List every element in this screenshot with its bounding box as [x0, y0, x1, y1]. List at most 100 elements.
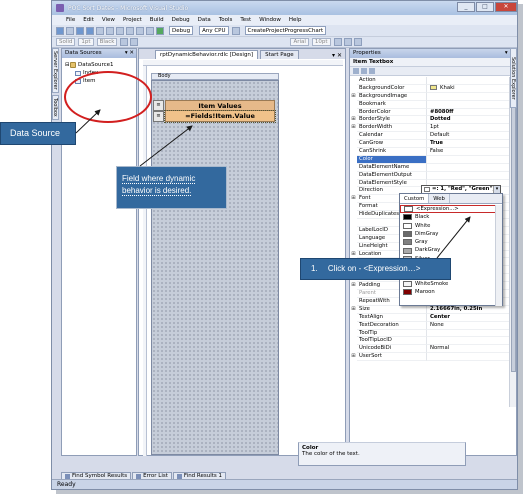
property-value[interactable]: 2.16667in, 0.25in — [427, 306, 510, 314]
align-icon[interactable] — [130, 38, 139, 46]
property-row[interactable]: ToolTip — [350, 329, 510, 338]
property-value[interactable] — [427, 172, 510, 180]
menu-tools[interactable]: Tools — [219, 17, 233, 23]
bold-icon[interactable] — [333, 38, 342, 46]
tab-close-icon[interactable]: ▾ ✕ — [332, 52, 342, 59]
expand-icon[interactable] — [350, 156, 357, 164]
expand-icon[interactable] — [350, 330, 357, 338]
new-project-icon[interactable] — [56, 26, 64, 35]
property-row[interactable]: ⊞ BorderStyle Dotted — [350, 116, 510, 125]
save-all-icon[interactable] — [96, 26, 104, 35]
minimize-button[interactable]: _ — [457, 2, 475, 12]
color-item[interactable]: DimGray — [400, 230, 496, 238]
property-value[interactable]: #8080ff — [427, 109, 510, 117]
expand-icon[interactable] — [350, 203, 357, 211]
property-row[interactable]: DataElementOutput — [350, 171, 510, 180]
table-header-cell[interactable]: Item Values — [165, 100, 275, 111]
property-row[interactable]: Color — [350, 155, 510, 164]
expand-icon[interactable]: ⊞ — [350, 306, 357, 314]
color-item[interactable]: WhiteSmoke — [400, 280, 496, 288]
menu-project[interactable]: Project — [123, 17, 142, 23]
property-pages-icon[interactable] — [369, 68, 375, 74]
property-value[interactable] — [427, 353, 510, 362]
expand-icon[interactable] — [350, 109, 357, 117]
expand-icon[interactable] — [350, 322, 357, 330]
start-debug-icon[interactable] — [156, 26, 164, 35]
categorized-icon[interactable] — [353, 68, 359, 74]
solution-explorer-tab[interactable]: Solution Explorer — [510, 48, 517, 108]
property-value[interactable] — [427, 164, 510, 172]
copy-icon[interactable] — [116, 26, 124, 35]
border-color-select[interactable]: Black — [96, 38, 118, 46]
header-row-handle[interactable]: ≡ — [153, 100, 164, 111]
panel-pin-icon[interactable]: ▾ ✕ — [125, 49, 134, 58]
property-value[interactable]: Dotted — [427, 116, 510, 125]
property-value[interactable] — [427, 337, 510, 346]
property-row[interactable]: ⊞ UserSort — [350, 353, 510, 362]
redo-icon[interactable] — [146, 26, 154, 35]
property-value[interactable]: 1pt — [427, 124, 510, 133]
expand-icon[interactable] — [350, 345, 357, 353]
paste-icon[interactable] — [126, 26, 134, 35]
property-value[interactable]: Normal — [427, 345, 510, 354]
property-row[interactable]: BorderColor #8080ff — [350, 108, 510, 117]
property-value[interactable] — [427, 77, 510, 85]
tab-start-page[interactable]: Start Page — [260, 50, 299, 59]
table-detail-cell[interactable]: =Fields!Item.Value — [164, 110, 276, 123]
menu-view[interactable]: View — [102, 17, 115, 23]
close-button[interactable]: ✕ — [495, 2, 517, 12]
expand-icon[interactable] — [350, 132, 357, 140]
expand-icon[interactable] — [350, 235, 357, 243]
border-width-select[interactable]: 1pt — [78, 38, 94, 46]
property-value[interactable] — [427, 156, 510, 164]
property-row[interactable]: UnicodeBiDi Normal — [350, 345, 510, 354]
open-icon[interactable] — [76, 26, 84, 35]
expand-icon[interactable] — [350, 101, 357, 109]
property-value[interactable] — [427, 101, 510, 109]
property-value[interactable]: Khaki — [427, 84, 510, 93]
menu-window[interactable]: Window — [259, 17, 281, 23]
menu-edit[interactable]: Edit — [83, 17, 94, 23]
expand-icon[interactable] — [350, 243, 357, 251]
color-item[interactable]: Black — [400, 213, 496, 221]
expand-icon[interactable]: ⊞ — [350, 282, 357, 290]
property-row[interactable]: ⊞ Size 2.16667in, 0.25in — [350, 305, 510, 314]
expand-icon[interactable] — [350, 187, 357, 195]
property-value[interactable]: Default — [427, 132, 510, 141]
border-style-select[interactable]: Solid — [56, 38, 76, 46]
property-row[interactable]: BackgroundColor Khaki — [350, 84, 510, 93]
border-icon[interactable] — [120, 38, 129, 46]
chevron-down-icon[interactable]: ▾ — [493, 186, 500, 193]
property-row[interactable]: DataElementName — [350, 163, 510, 172]
property-row[interactable]: Calendar Default — [350, 132, 510, 141]
expand-icon[interactable]: ⊞ — [350, 353, 357, 361]
expand-icon[interactable] — [350, 219, 357, 227]
property-row[interactable]: ToolTipLocID — [350, 337, 510, 346]
alphabetical-icon[interactable] — [361, 68, 367, 74]
property-row[interactable]: Action — [350, 77, 510, 85]
expand-icon[interactable] — [350, 180, 357, 188]
property-value[interactable]: False — [427, 148, 510, 156]
menu-data[interactable]: Data — [198, 17, 211, 23]
property-row[interactable]: TextAlign Center — [350, 313, 510, 322]
expand-icon[interactable] — [350, 77, 357, 85]
menu-file[interactable]: File — [66, 17, 75, 23]
underline-icon[interactable] — [353, 38, 362, 46]
detail-row-handle[interactable]: ≡ — [153, 111, 164, 122]
italic-icon[interactable] — [343, 38, 352, 46]
color-list-scrollbar[interactable] — [495, 205, 502, 306]
property-value[interactable]: Center — [427, 314, 510, 322]
undo-icon[interactable] — [136, 26, 144, 35]
property-row[interactable]: CanGrow True — [350, 140, 510, 149]
expand-icon[interactable] — [350, 164, 357, 172]
menu-test[interactable]: Test — [240, 17, 251, 23]
find-target-select[interactable]: CreateProjectProgressChart — [244, 26, 327, 35]
property-row[interactable]: Bookmark — [350, 100, 510, 109]
menu-build[interactable]: Build — [150, 17, 164, 23]
expand-icon[interactable] — [350, 337, 357, 345]
property-row[interactable]: TextDecoration None — [350, 321, 510, 330]
configuration-select[interactable]: Debug — [169, 26, 194, 35]
property-row[interactable]: CanShrink False — [350, 148, 510, 156]
color-item[interactable]: Maroon — [400, 288, 496, 296]
object-selector[interactable]: Item Textbox — [350, 58, 516, 67]
